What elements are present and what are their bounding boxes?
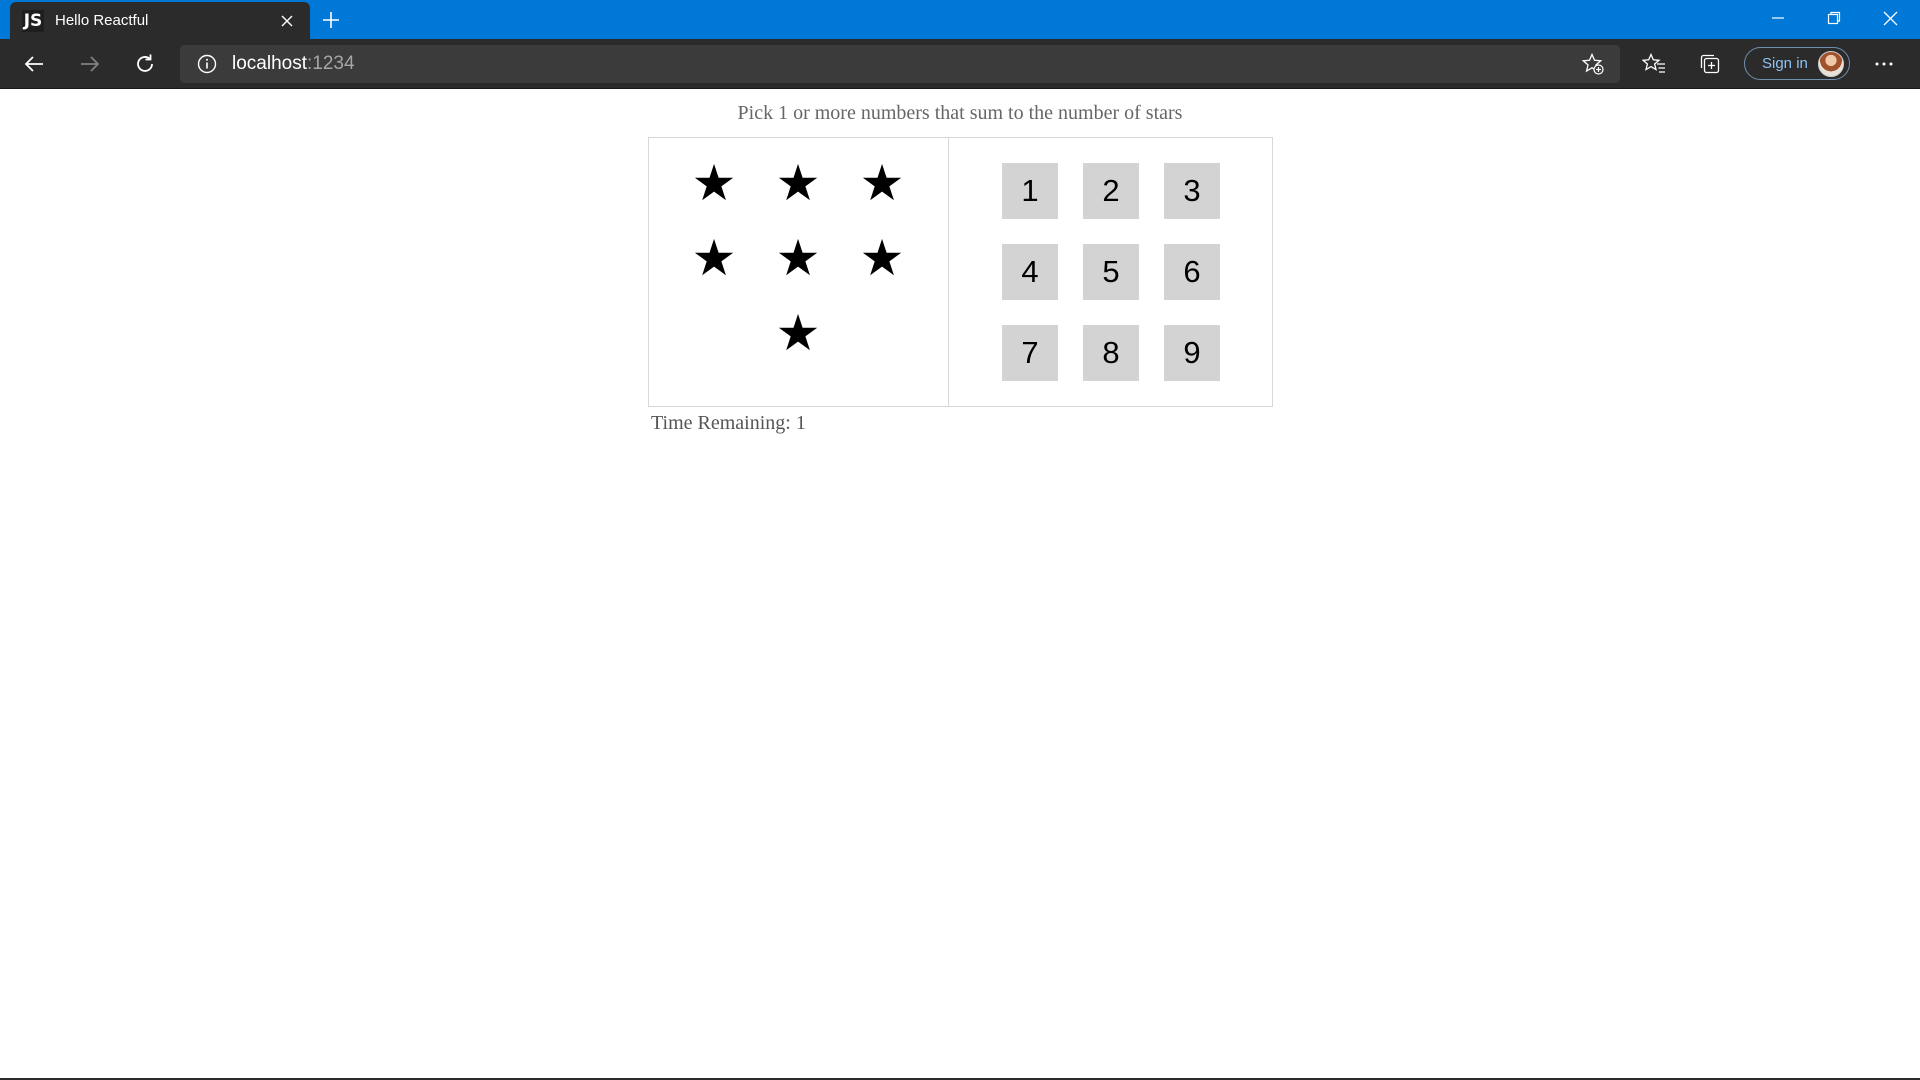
star-icon: ★ (691, 229, 737, 287)
url-text[interactable]: localhost:1234 (232, 53, 355, 75)
restore-icon (1827, 11, 1841, 25)
number-button-8[interactable]: 8 (1083, 325, 1139, 381)
add-favorite-icon (1581, 52, 1604, 75)
star-icon: ★ (859, 154, 905, 212)
address-bar[interactable]: localhost:1234 (180, 45, 1620, 83)
number-button-7[interactable]: 7 (1002, 325, 1058, 381)
favorites-icon (1642, 52, 1665, 73)
page-content: Pick 1 or more numbers that sum to the n… (0, 89, 1920, 1080)
tab-close-button[interactable] (278, 12, 296, 30)
url-port: :1234 (307, 53, 355, 74)
number-button-5[interactable]: 5 (1083, 244, 1139, 300)
restore-button[interactable] (1806, 0, 1862, 36)
back-arrow-icon (24, 56, 43, 72)
time-remaining: Time Remaining: 1 (651, 412, 806, 434)
title-bar: JS Hello Reactful (0, 0, 1920, 39)
number-button-9[interactable]: 9 (1164, 325, 1220, 381)
forward-button[interactable] (72, 47, 108, 81)
game-board: ★ ★ ★ ★ ★ ★ ★ 123 456 789 (648, 137, 1273, 407)
plus-icon (323, 12, 339, 28)
browser-tab[interactable]: JS Hello Reactful (10, 2, 310, 39)
url-input-area[interactable] (355, 45, 1578, 83)
number-button-3[interactable]: 3 (1164, 163, 1220, 219)
forward-arrow-icon (81, 56, 100, 72)
window-close-button[interactable] (1862, 0, 1918, 36)
close-icon (281, 15, 293, 26)
game-instructions: Pick 1 or more numbers that sum to the n… (737, 102, 1183, 124)
url-host: localhost (232, 53, 307, 74)
minimize-icon (1772, 17, 1784, 19)
tab-title: Hello Reactful (55, 12, 149, 29)
number-button-6[interactable]: 6 (1164, 244, 1220, 300)
number-button-2[interactable]: 2 (1083, 163, 1139, 219)
collections-button[interactable] (1692, 47, 1728, 81)
sign-in-label: Sign in (1762, 55, 1808, 72)
refresh-icon (137, 54, 153, 72)
numbers-panel: 123 456 789 (949, 138, 1272, 406)
star-icon: ★ (859, 229, 905, 287)
refresh-button[interactable] (127, 47, 163, 81)
close-icon (1883, 11, 1897, 25)
collections-icon (1700, 54, 1720, 74)
star-icon: ★ (691, 154, 737, 212)
avatar (1817, 50, 1844, 77)
star-icon: ★ (775, 154, 821, 212)
info-icon (197, 54, 217, 74)
settings-more-button[interactable] (1866, 47, 1902, 81)
minimize-button[interactable] (1750, 0, 1806, 36)
add-favorite-button[interactable] (1578, 49, 1608, 79)
number-button-4[interactable]: 4 (1002, 244, 1058, 300)
new-tab-button[interactable] (318, 8, 344, 32)
browser-toolbar: localhost:1234 Sign in (0, 39, 1920, 89)
stars-panel: ★ ★ ★ ★ ★ ★ ★ (649, 138, 949, 406)
star-icon: ★ (775, 304, 821, 362)
back-button[interactable] (16, 47, 52, 81)
tab-favicon-icon: JS (22, 9, 44, 32)
favorites-button[interactable] (1636, 47, 1672, 81)
sign-in-button[interactable]: Sign in (1744, 47, 1850, 80)
site-info-button[interactable] (196, 53, 218, 75)
more-icon (1875, 62, 1893, 66)
star-icon: ★ (775, 229, 821, 287)
number-button-1[interactable]: 1 (1002, 163, 1058, 219)
